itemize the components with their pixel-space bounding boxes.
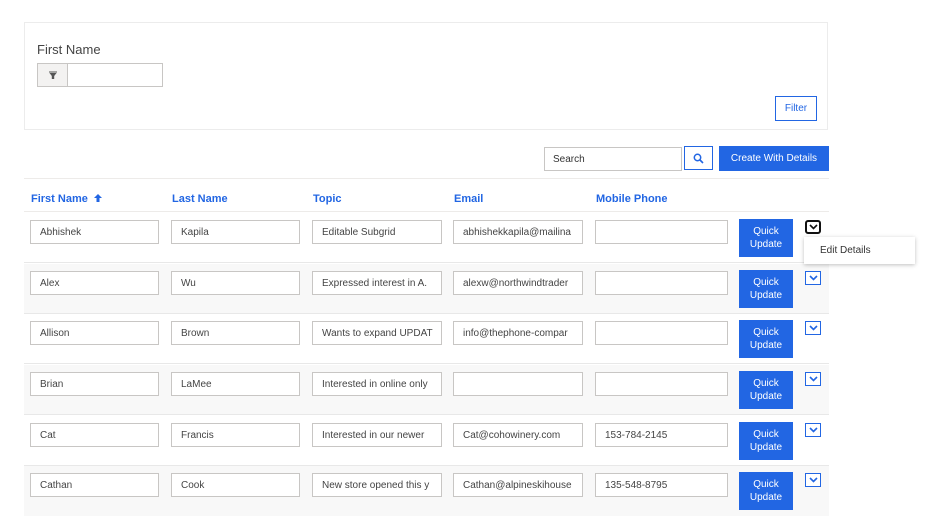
first-name-cell[interactable]: Brian <box>30 372 159 396</box>
quick-update-button[interactable]: Quick Update <box>739 219 793 257</box>
table-row: Cathan Cook New store opened this y Cath… <box>24 466 829 516</box>
column-header-first-name[interactable]: First Name <box>31 193 103 205</box>
chevron-down-icon <box>808 275 818 281</box>
row-menu-button[interactable] <box>805 321 821 335</box>
first-name-filter-label: First Name <box>37 42 101 57</box>
first-name-filter-field[interactable] <box>37 63 163 87</box>
toolbar-divider <box>24 178 829 179</box>
edit-details-menu-item[interactable]: Edit Details <box>820 245 871 256</box>
column-header-email[interactable]: Email <box>454 193 483 205</box>
topic-cell[interactable]: Interested in online only <box>312 372 442 396</box>
quick-update-button[interactable]: Quick Update <box>739 270 793 308</box>
funnel-icon[interactable] <box>38 64 68 86</box>
table-row: Allison Brown Wants to expand UPDAT info… <box>24 314 829 364</box>
first-name-cell[interactable]: Cat <box>30 423 159 447</box>
mobile-phone-cell[interactable] <box>595 220 728 244</box>
topic-cell[interactable]: New store opened this y <box>312 473 442 497</box>
search-input[interactable]: Search <box>544 147 682 171</box>
topic-cell[interactable]: Interested in our newer <box>312 423 442 447</box>
column-header-mobile-phone[interactable]: Mobile Phone <box>596 193 668 205</box>
topic-cell[interactable]: Expressed interest in A. <box>312 271 442 295</box>
first-name-cell[interactable]: Abhishek <box>30 220 159 244</box>
row-menu-button[interactable] <box>805 372 821 386</box>
row-divider <box>24 414 829 415</box>
table-row: Alex Wu Expressed interest in A. alexw@n… <box>24 264 829 314</box>
last-name-cell[interactable]: Francis <box>171 423 300 447</box>
email-cell[interactable]: abhishekkapila@mailina <box>453 220 583 244</box>
column-header-last-name[interactable]: Last Name <box>172 193 228 205</box>
row-divider <box>24 363 829 364</box>
first-name-filter-input[interactable] <box>68 64 162 86</box>
last-name-cell[interactable]: Cook <box>171 473 300 497</box>
mobile-phone-cell[interactable]: 153-784-2145 <box>595 423 728 447</box>
email-cell[interactable]: Cat@cohowinery.com <box>453 423 583 447</box>
chevron-down-icon <box>808 477 818 483</box>
quick-update-button[interactable]: Quick Update <box>739 320 793 358</box>
chevron-down-icon <box>808 376 818 382</box>
search-icon <box>693 153 704 164</box>
row-menu-button[interactable] <box>805 220 821 234</box>
email-cell[interactable] <box>453 372 583 396</box>
chevron-down-icon <box>808 427 818 433</box>
table-row: Brian LaMee Interested in online only Qu… <box>24 365 829 415</box>
table-row: Cat Francis Interested in our newer Cat@… <box>24 416 829 466</box>
header-divider <box>24 211 829 212</box>
topic-cell[interactable]: Editable Subgrid <box>312 220 442 244</box>
last-name-cell[interactable]: Brown <box>171 321 300 345</box>
quick-update-button[interactable]: Quick Update <box>739 371 793 409</box>
chevron-down-icon <box>808 325 818 331</box>
email-cell[interactable]: Cathan@alpineskihouse <box>453 473 583 497</box>
quick-update-button[interactable]: Quick Update <box>739 472 793 510</box>
chevron-down-icon <box>808 224 818 230</box>
quick-update-button[interactable]: Quick Update <box>739 422 793 460</box>
column-header-topic[interactable]: Topic <box>313 193 342 205</box>
row-menu-button[interactable] <box>805 271 821 285</box>
first-name-cell[interactable]: Allison <box>30 321 159 345</box>
table-row: Abhishek Kapila Editable Subgrid abhishe… <box>24 213 829 263</box>
row-divider <box>24 262 829 263</box>
search-button[interactable] <box>684 146 713 170</box>
row-menu-button[interactable] <box>805 423 821 437</box>
mobile-phone-cell[interactable] <box>595 372 728 396</box>
mobile-phone-cell[interactable] <box>595 321 728 345</box>
last-name-cell[interactable]: Kapila <box>171 220 300 244</box>
topic-cell[interactable]: Wants to expand UPDAT <box>312 321 442 345</box>
row-context-menu: Edit Details <box>804 237 915 264</box>
create-with-details-button[interactable]: Create With Details <box>719 146 829 171</box>
mobile-phone-cell[interactable] <box>595 271 728 295</box>
first-name-cell[interactable]: Cathan <box>30 473 159 497</box>
last-name-cell[interactable]: Wu <box>171 271 300 295</box>
email-cell[interactable]: alexw@northwindtrader <box>453 271 583 295</box>
last-name-cell[interactable]: LaMee <box>171 372 300 396</box>
arrow-up-icon <box>93 194 102 202</box>
first-name-cell[interactable]: Alex <box>30 271 159 295</box>
filter-panel: First Name Filter <box>24 22 828 130</box>
mobile-phone-cell[interactable]: 135-548-8795 <box>595 473 728 497</box>
email-cell[interactable]: info@thephone-compar <box>453 321 583 345</box>
filter-button[interactable]: Filter <box>775 96 817 121</box>
row-menu-button[interactable] <box>805 473 821 487</box>
